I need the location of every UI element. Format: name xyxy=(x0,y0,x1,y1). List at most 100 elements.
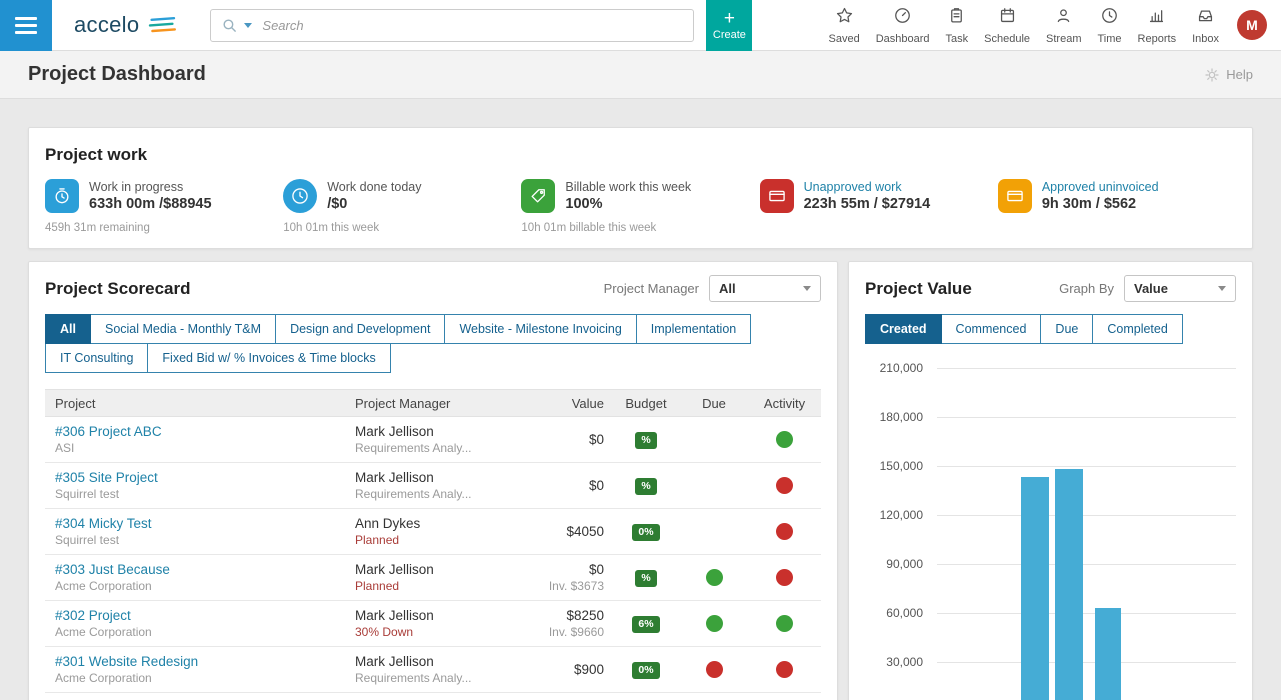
tag-icon xyxy=(521,179,556,213)
value-tab-commenced[interactable]: Commenced xyxy=(940,314,1042,344)
budget-cell: % xyxy=(610,476,682,495)
project-value-amount: $0 xyxy=(588,432,604,447)
project-client: ASI xyxy=(55,441,75,455)
nav-item-reports[interactable]: Reports xyxy=(1130,0,1185,51)
column-header-project-manager[interactable]: Project Manager xyxy=(345,396,520,411)
kpi-work-in-progress: Work in progress 633h 00m /$88945 459h 31m… xyxy=(45,179,283,234)
nav-item-saved[interactable]: Saved xyxy=(821,0,868,51)
project-manager-select[interactable]: All xyxy=(709,275,821,302)
kpi-approved-uninvoiced: Approved uninvoiced 9h 30m / $562 xyxy=(997,179,1236,234)
project-link[interactable]: #303 Just Because xyxy=(55,562,345,577)
column-header-project[interactable]: Project xyxy=(45,396,345,411)
project-status: Requirements Analy... xyxy=(355,671,472,685)
nav-item-stream[interactable]: Stream xyxy=(1038,0,1089,51)
search-dropdown-chevron[interactable] xyxy=(244,22,253,28)
kpi-sub: 459h 31m remaining xyxy=(45,222,150,234)
project-client: Acme Corporation xyxy=(55,625,152,639)
nav-item-task[interactable]: Task xyxy=(938,0,977,51)
chart-bar-2[interactable] xyxy=(1055,469,1083,700)
inbox-tray-icon xyxy=(1196,6,1215,30)
table-row: #306 Project ABC ASI Mark Jellison Requirem… xyxy=(45,417,821,463)
nav-item-dashboard[interactable]: Dashboard xyxy=(868,0,938,51)
project-link[interactable]: #306 Project ABC xyxy=(55,424,345,439)
help-label: Help xyxy=(1226,67,1253,82)
navbar-shortcuts: Saved Dashboard Task Schedule Stream Time Repo… xyxy=(821,0,1228,51)
search-box xyxy=(210,8,695,42)
y-axis-label: 90,000 xyxy=(886,557,923,571)
kpi-work-done-today: Work done today /$0 10h 01m this week xyxy=(283,179,521,234)
gridline xyxy=(937,662,1236,663)
nav-item-time[interactable]: Time xyxy=(1090,0,1130,51)
project-status: 30% Down xyxy=(355,625,414,639)
table-row: #302 Project Acme Corporation Mark Jelliso… xyxy=(45,601,821,647)
column-header-activity[interactable]: Activity xyxy=(746,396,823,411)
graph-by-filter: Graph By Value xyxy=(1059,275,1236,302)
help-button[interactable]: Help xyxy=(1204,67,1253,83)
column-header-due[interactable]: Due xyxy=(682,396,746,411)
avatar[interactable]: M xyxy=(1237,10,1267,40)
scorecard-tab-implementation[interactable]: Implementation xyxy=(635,314,752,344)
value-cell: $0 xyxy=(520,478,610,493)
nav-item-label: Schedule xyxy=(984,32,1031,45)
scorecard-tab-fixed-bid-w-invoices-time-blocks[interactable]: Fixed Bid w/ % Invoices & Time blocks xyxy=(147,343,391,373)
hamburger-menu-button[interactable] xyxy=(0,0,52,51)
table-row: #303 Just Because Acme Corporation Mark Je… xyxy=(45,555,821,601)
value-tab-completed[interactable]: Completed xyxy=(1092,314,1183,344)
value-tab-due[interactable]: Due xyxy=(1040,314,1094,344)
kpi-sub: 10h 01m billable this week xyxy=(521,222,657,234)
chevron-down-icon xyxy=(1218,286,1226,291)
budget-badge: 0% xyxy=(632,662,660,679)
kpi-label[interactable]: Approved uninvoiced xyxy=(1042,180,1159,194)
activity-status-dot xyxy=(776,614,793,632)
manager-cell: Mark Jellison Requirements Analy... xyxy=(345,470,520,501)
activity-status-dot xyxy=(776,522,793,540)
project-work-card: Project work Work in progress 633h 00m /$… xyxy=(28,127,1253,249)
create-button[interactable]: + Create xyxy=(706,0,753,51)
budget-cell: % xyxy=(610,568,682,587)
activity-status-dot xyxy=(776,660,793,678)
project-link[interactable]: #305 Site Project xyxy=(55,470,345,485)
project-link[interactable]: #301 Website Redesign xyxy=(55,654,345,669)
gridline xyxy=(937,417,1236,418)
nav-item-schedule[interactable]: Schedule xyxy=(976,0,1038,51)
scorecard-tab-website-milestone-invoicing[interactable]: Website - Milestone Invoicing xyxy=(444,314,637,344)
gridline xyxy=(937,613,1236,614)
scorecard-tab-it-consulting[interactable]: IT Consulting xyxy=(45,343,149,373)
scorecard-tab-all[interactable]: All xyxy=(45,314,91,344)
value-tab-created[interactable]: Created xyxy=(865,314,942,344)
y-axis-label: 120,000 xyxy=(879,508,923,522)
chart-bar-1[interactable] xyxy=(1021,477,1049,700)
table-row: #305 Site Project Squirrel test Mark Jelli… xyxy=(45,463,821,509)
nav-item-label: Inbox xyxy=(1192,32,1219,45)
project-manager-filter-label: Project Manager xyxy=(603,281,699,296)
budget-cell: % xyxy=(610,430,682,449)
value-cell: $8250 Inv. $9660 xyxy=(520,608,610,639)
chart-bar-3[interactable] xyxy=(1095,608,1121,700)
manager-name: Ann Dykes xyxy=(355,516,421,531)
activity-status-dot xyxy=(776,568,793,586)
scorecard-header: Project Scorecard Project Manager All xyxy=(45,275,821,302)
scorecard-tab-design-and-development[interactable]: Design and Development xyxy=(275,314,446,344)
project-link[interactable]: #304 Micky Test xyxy=(55,516,345,531)
project-cell: #304 Micky Test Squirrel test xyxy=(45,516,345,547)
nav-item-label: Saved xyxy=(828,32,860,45)
project-status: Planned xyxy=(355,533,400,547)
nav-item-label: Stream xyxy=(1046,32,1082,45)
scorecard-tab-social-media-monthly-t-m[interactable]: Social Media - Monthly T&M xyxy=(89,314,277,344)
graph-by-select[interactable]: Value xyxy=(1124,275,1236,302)
kpi-label[interactable]: Unapproved work xyxy=(804,180,931,194)
project-cell: #305 Site Project Squirrel test xyxy=(45,470,345,501)
accelo-logo[interactable]: accelo xyxy=(74,12,178,38)
project-cell: #303 Just Because Acme Corporation xyxy=(45,562,345,593)
nav-item-inbox[interactable]: Inbox xyxy=(1184,0,1227,51)
accelo-logo-icon xyxy=(146,13,178,37)
project-status: Requirements Analy... xyxy=(355,441,472,455)
activity-cell xyxy=(746,430,823,449)
kpi-value: /$0 xyxy=(327,196,348,212)
search-input[interactable] xyxy=(262,17,684,33)
invoiced-amount: Inv. $3673 xyxy=(548,579,604,593)
project-link[interactable]: #302 Project xyxy=(55,608,345,623)
search-icon[interactable] xyxy=(221,17,238,34)
column-header-value[interactable]: Value xyxy=(520,396,610,411)
column-header-budget[interactable]: Budget xyxy=(610,396,682,411)
